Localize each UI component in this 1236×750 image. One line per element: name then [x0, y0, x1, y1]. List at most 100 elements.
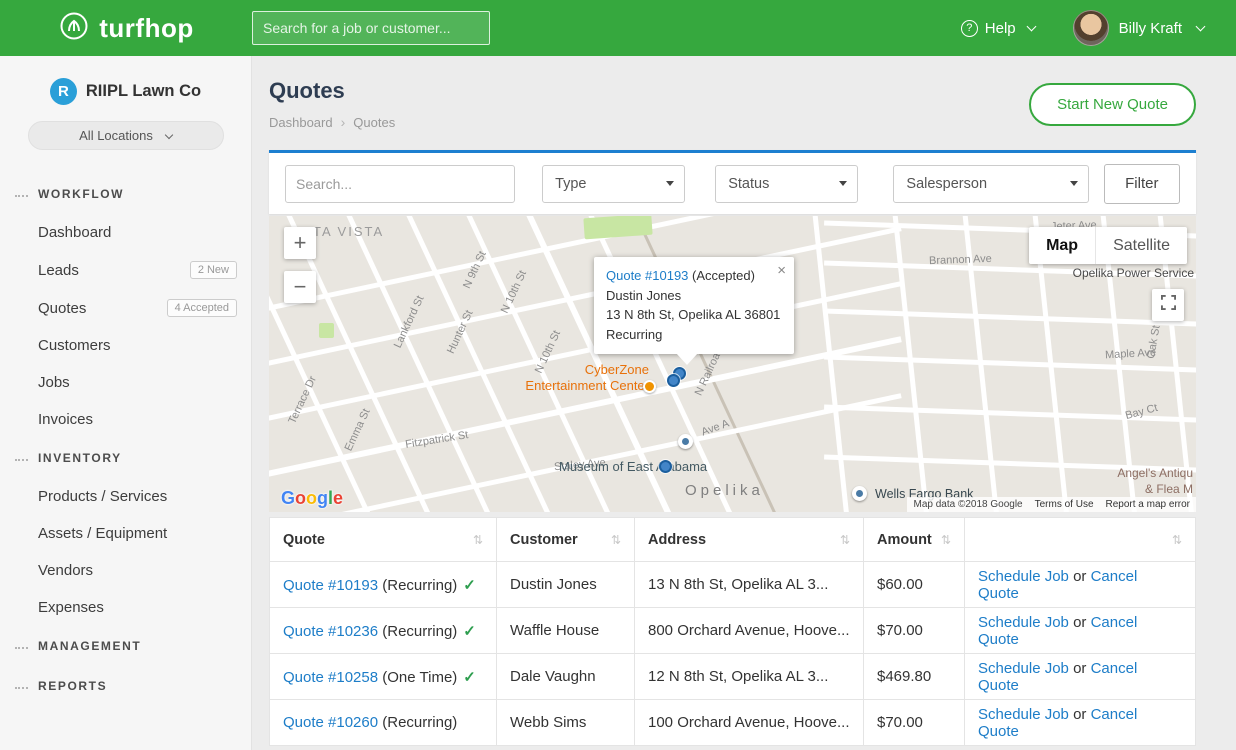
cyberzone-poi-marker[interactable] [643, 380, 656, 393]
map-poi-label: Angel's Antiqu& Flea M [1117, 466, 1193, 497]
quote-map-marker[interactable] [659, 460, 672, 473]
chevron-down-icon [165, 130, 173, 138]
address-cell: 100 Orchard Avenue, Hoove... [635, 700, 864, 746]
column-header-amount[interactable]: Amount⇅ [864, 518, 965, 562]
sidebar-item-assets-equipment[interactable]: Assets / Equipment [0, 515, 251, 552]
map-label: N 9th St [461, 249, 489, 290]
map-label: Opelika Power Service [1073, 266, 1194, 280]
breadcrumb: Dashboard › Quotes [269, 114, 395, 130]
quotes-search-input[interactable] [285, 165, 515, 203]
wells-fargo-poi-marker[interactable] [852, 486, 867, 501]
map-poi-line: Entertainment Center [525, 378, 649, 393]
salesperson-select[interactable]: Salesperson [893, 165, 1088, 203]
museum-poi-marker[interactable] [678, 434, 693, 449]
start-new-quote-button[interactable]: Start New Quote [1029, 83, 1196, 126]
schedule-job-link[interactable]: Schedule Job [978, 614, 1069, 631]
leads-badge: 2 New [190, 261, 237, 279]
brand-logo[interactable]: turfhop [0, 10, 252, 47]
schedule-job-link[interactable]: Schedule Job [978, 706, 1069, 723]
sort-icon[interactable]: ⇅ [473, 533, 483, 547]
quote-type: (Recurring) [382, 577, 457, 594]
global-search-input[interactable] [252, 11, 490, 45]
sidebar-item-label: Vendors [38, 562, 93, 579]
column-header-actions[interactable]: ⇅ [965, 518, 1196, 562]
quotes-badge: 4 Accepted [167, 299, 237, 317]
location-selector[interactable]: All Locations [28, 121, 224, 150]
quotes-table: Quote⇅ Customer⇅ Address⇅ Amount⇅ ⇅ Quot… [269, 517, 1196, 746]
customer-cell: Webb Sims [497, 700, 635, 746]
status-select[interactable]: Status [715, 165, 858, 203]
chevron-down-icon [1196, 22, 1206, 32]
customer-cell: Waffle House [497, 608, 635, 654]
info-customer: Dustin Jones [606, 286, 782, 306]
sidebar-item-label: Assets / Equipment [38, 525, 167, 542]
quote-link[interactable]: Quote #10193 [283, 577, 378, 594]
user-menu[interactable]: Billy Kraft [1073, 10, 1204, 46]
zoom-out-button[interactable]: − [284, 271, 316, 303]
table-row: Quote #10258 (One Time)✓ Dale Vaughn 12 … [270, 654, 1196, 700]
info-type: Recurring [606, 325, 782, 345]
sort-icon[interactable]: ⇅ [840, 533, 850, 547]
quotes-map[interactable]: TA VISTA Jeter Ave Brannon Ave Opelika P… [269, 216, 1196, 512]
satellite-view-button[interactable]: Satellite [1095, 227, 1187, 264]
sidebar-item-vendors[interactable]: Vendors [0, 552, 251, 589]
nav-section-inventory: INVENTORY [0, 438, 251, 478]
google-logo[interactable]: Google [281, 488, 343, 509]
map-label: Brannon Ave [929, 253, 992, 267]
column-header-quote[interactable]: Quote⇅ [270, 518, 497, 562]
zoom-in-button[interactable]: + [284, 227, 316, 259]
schedule-job-link[interactable]: Schedule Job [978, 660, 1069, 677]
column-header-address[interactable]: Address⇅ [635, 518, 864, 562]
sort-icon[interactable]: ⇅ [1172, 533, 1182, 547]
quote-map-marker[interactable] [667, 374, 680, 387]
sidebar-item-customers[interactable]: Customers [0, 327, 251, 364]
info-quote-link[interactable]: Quote #10193 [606, 268, 688, 283]
sidebar-nav: WORKFLOW Dashboard Leads 2 New Quotes 4 … [0, 174, 251, 706]
sidebar-item-jobs[interactable]: Jobs [0, 364, 251, 401]
caret-down-icon [839, 181, 847, 186]
page-title: Quotes [269, 78, 395, 104]
sort-icon[interactable]: ⇅ [941, 533, 951, 547]
sort-icon[interactable]: ⇅ [611, 533, 621, 547]
map-view-button[interactable]: Map [1029, 227, 1095, 264]
column-header-customer[interactable]: Customer⇅ [497, 518, 635, 562]
sidebar-item-invoices[interactable]: Invoices [0, 401, 251, 438]
map-label: Oak St [1145, 324, 1163, 359]
help-menu[interactable]: ? Help [961, 20, 1035, 37]
filter-button[interactable]: Filter [1104, 164, 1180, 204]
sidebar-item-label: Expenses [38, 599, 104, 616]
close-icon[interactable]: × [777, 260, 786, 283]
breadcrumb-separator-icon: › [341, 114, 346, 130]
sidebar-item-label: Quotes [38, 300, 86, 317]
sidebar-item-label: Invoices [38, 411, 93, 428]
info-address: 13 N 8th St, Opelika AL 36801 [606, 305, 782, 325]
info-quote-status: (Accepted) [692, 268, 755, 283]
nav-section-reports[interactable]: REPORTS [0, 666, 251, 706]
quote-link[interactable]: Quote #10260 [283, 714, 378, 731]
nav-section-management[interactable]: MANAGEMENT [0, 626, 251, 666]
table-row: Quote #10236 (Recurring)✓ Waffle House 8… [270, 608, 1196, 654]
quote-link[interactable]: Quote #10258 [283, 669, 378, 686]
type-select[interactable]: Type [542, 165, 685, 203]
action-join: or [1073, 660, 1086, 677]
action-join: or [1073, 614, 1086, 631]
breadcrumb-current: Quotes [353, 115, 395, 130]
terms-of-use-link[interactable]: Terms of Use [1035, 499, 1094, 510]
sidebar-item-expenses[interactable]: Expenses [0, 589, 251, 626]
avatar [1073, 10, 1109, 46]
report-map-error-link[interactable]: Report a map error [1106, 499, 1190, 510]
sidebar-item-quotes[interactable]: Quotes 4 Accepted [0, 289, 251, 327]
breadcrumb-dashboard[interactable]: Dashboard [269, 115, 333, 130]
accepted-check-icon: ✓ [463, 577, 476, 594]
sidebar-item-dashboard[interactable]: Dashboard [0, 214, 251, 251]
quote-link[interactable]: Quote #10236 [283, 623, 378, 640]
company-name: RIIPL Lawn Co [86, 82, 201, 101]
fullscreen-button[interactable] [1152, 289, 1184, 321]
sidebar-item-products-services[interactable]: Products / Services [0, 478, 251, 515]
schedule-job-link[interactable]: Schedule Job [978, 568, 1069, 585]
sidebar-item-label: Leads [38, 262, 79, 279]
quote-type: (One Time) [382, 669, 457, 686]
caret-down-icon [666, 181, 674, 186]
sidebar-item-leads[interactable]: Leads 2 New [0, 251, 251, 289]
map-park-area [583, 216, 652, 239]
